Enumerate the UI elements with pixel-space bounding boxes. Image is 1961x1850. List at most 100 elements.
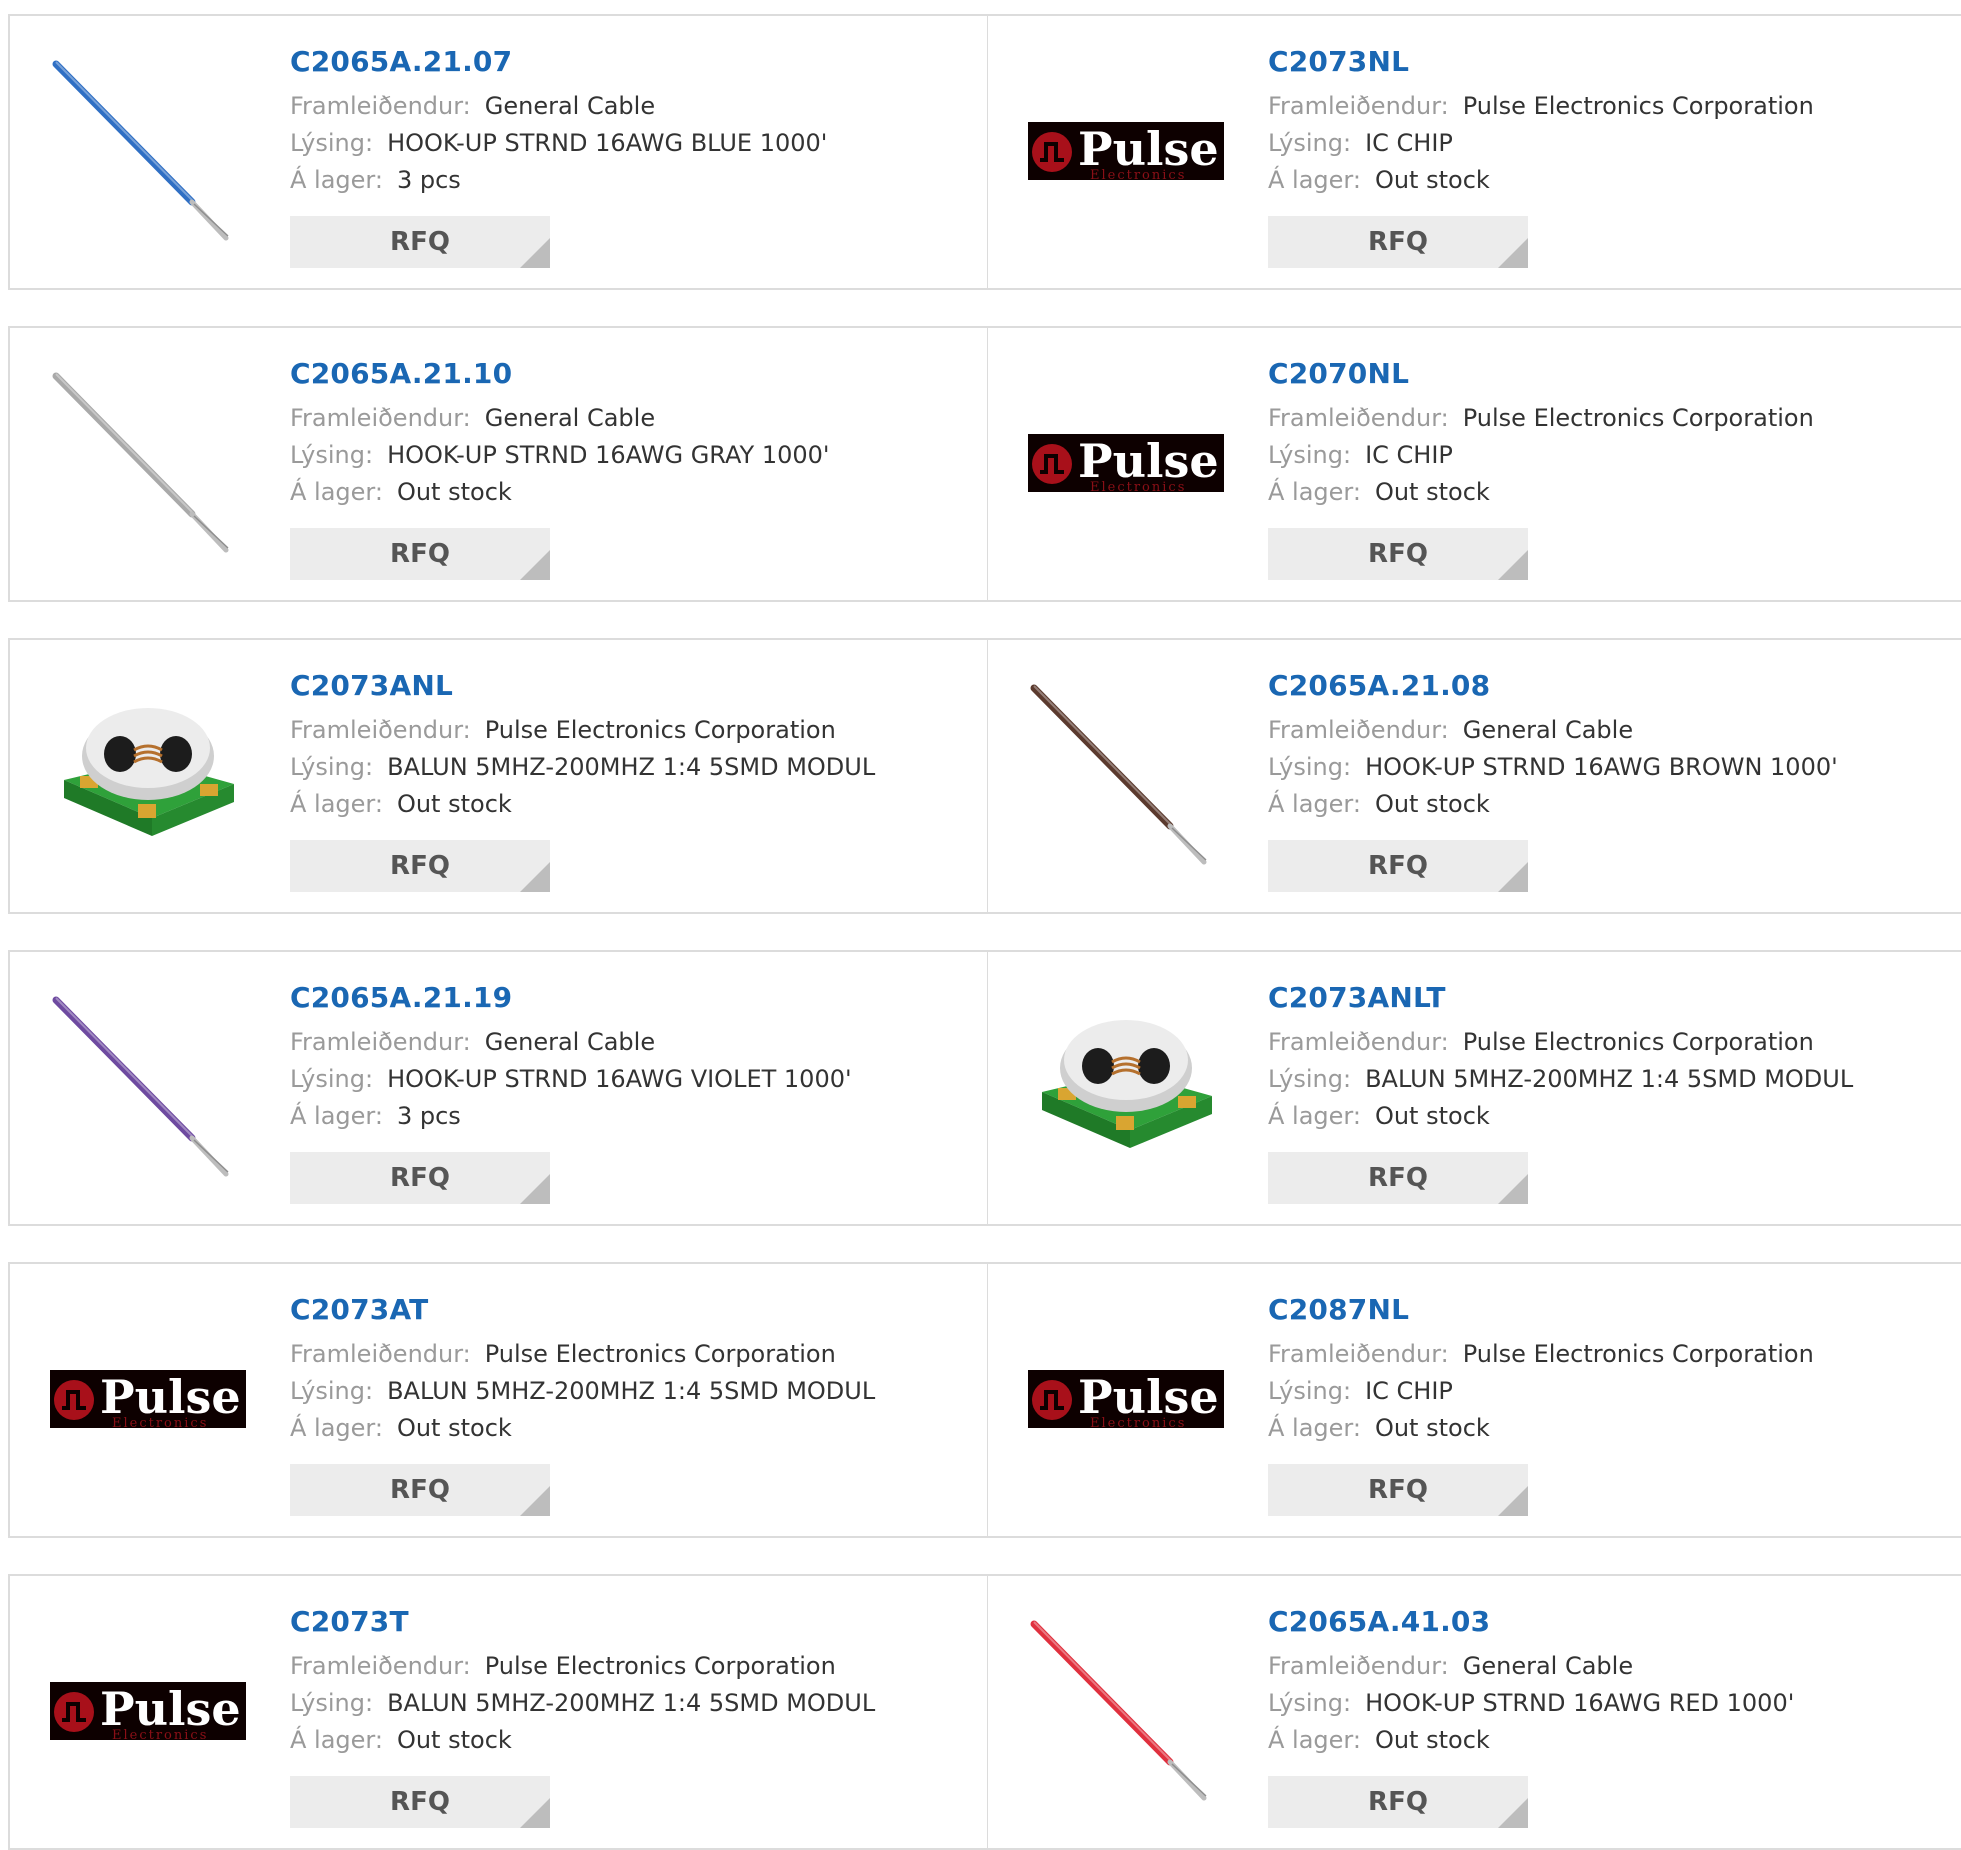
rfq-button[interactable]: RFQ xyxy=(290,1152,550,1204)
manufacturer-label: Framleiðendur: xyxy=(1268,1652,1449,1680)
wire-icon xyxy=(52,996,229,1177)
wire-icon xyxy=(52,60,229,241)
part-number-link[interactable]: C2073ANL xyxy=(290,668,453,704)
stock-label: Á lager: xyxy=(290,790,383,818)
stock-label: Á lager: xyxy=(1268,1102,1361,1130)
product-image[interactable] xyxy=(1028,988,1224,1184)
product-image[interactable] xyxy=(50,52,246,248)
stock-label: Á lager: xyxy=(1268,478,1361,506)
part-number-link[interactable]: C2087NL xyxy=(1268,1292,1409,1328)
part-number-link[interactable]: C2070NL xyxy=(1268,356,1409,392)
manufacturer-row: Framleiðendur: General Cable xyxy=(1268,712,1952,749)
description-row: Lýsing: HOOK-UP STRND 16AWG RED 1000' xyxy=(1268,1685,1952,1722)
manufacturer-row: Framleiðendur: Pulse Electronics Corporat… xyxy=(1268,1024,1952,1061)
corner-decoration xyxy=(520,1486,550,1516)
description-row: Lýsing: BALUN 5MHZ-200MHZ 1:4 5SMD MODUL xyxy=(290,1373,967,1410)
rfq-button[interactable]: RFQ xyxy=(1268,840,1528,892)
rfq-button[interactable]: RFQ xyxy=(1268,216,1528,268)
stock-value: Out stock xyxy=(396,478,512,506)
rfq-label: RFQ xyxy=(1368,1163,1428,1193)
corner-decoration xyxy=(1498,550,1528,580)
product-image[interactable]: Pulse Electronics xyxy=(1028,1300,1224,1496)
rfq-button[interactable]: RFQ xyxy=(1268,1776,1528,1828)
part-number-link[interactable]: C2065A.21.07 xyxy=(290,44,512,80)
part-number-link[interactable]: C2073ANLT xyxy=(1268,980,1446,1016)
product-card: C2065A.21.08 Framleiðendur: General Cable L… xyxy=(987,638,1961,914)
wire-icon xyxy=(1030,1620,1207,1801)
product-image[interactable]: Pulse Electronics xyxy=(50,1300,246,1496)
manufacturer-value: Pulse Electronics Corporation xyxy=(484,1340,836,1368)
product-image[interactable]: Pulse Electronics xyxy=(50,1612,246,1808)
stock-row: Á lager: Out stock xyxy=(1268,1722,1952,1759)
description-row: Lýsing: IC CHIP xyxy=(1268,437,1952,474)
rfq-label: RFQ xyxy=(1368,227,1428,257)
stock-value: Out stock xyxy=(1374,1414,1490,1442)
product-image[interactable] xyxy=(50,988,246,1184)
stock-label: Á lager: xyxy=(1268,1726,1361,1754)
manufacturer-label: Framleiðendur: xyxy=(290,1652,471,1680)
product-image[interactable]: Pulse Electronics xyxy=(1028,364,1224,560)
rfq-button[interactable]: RFQ xyxy=(1268,1464,1528,1516)
product-card: C2073ANL Framleiðendur: Pulse Electronics … xyxy=(8,638,988,914)
manufacturer-label: Framleiðendur: xyxy=(290,404,471,432)
rfq-label: RFQ xyxy=(390,539,450,569)
part-number-link[interactable]: C2065A.21.19 xyxy=(290,980,512,1016)
part-number-link[interactable]: C2073T xyxy=(290,1604,409,1640)
rfq-button[interactable]: RFQ xyxy=(290,840,550,892)
description-row: Lýsing: BALUN 5MHZ-200MHZ 1:4 5SMD MODUL xyxy=(290,1685,967,1722)
rfq-button[interactable]: RFQ xyxy=(290,216,550,268)
manufacturer-row: Framleiðendur: Pulse Electronics Corporat… xyxy=(1268,88,1952,125)
description-row: Lýsing: HOOK-UP STRND 16AWG BROWN 1000' xyxy=(1268,749,1952,786)
rfq-button[interactable]: RFQ xyxy=(1268,1152,1528,1204)
wire-icon xyxy=(1030,684,1207,865)
product-image[interactable] xyxy=(1028,676,1224,872)
corner-decoration xyxy=(520,1798,550,1828)
manufacturer-row: Framleiðendur: General Cable xyxy=(1268,1648,1952,1685)
product-image[interactable] xyxy=(50,364,246,560)
description-row: Lýsing: IC CHIP xyxy=(1268,125,1952,162)
product-card: Pulse Electronics C2073T Framleiðendur: Puls… xyxy=(8,1574,988,1850)
product-image[interactable] xyxy=(1028,1612,1224,1808)
product-image[interactable]: Pulse Electronics xyxy=(1028,52,1224,248)
stock-label: Á lager: xyxy=(290,478,383,506)
part-number-link[interactable]: C2065A.21.10 xyxy=(290,356,512,392)
description-row: Lýsing: HOOK-UP STRND 16AWG GRAY 1000' xyxy=(290,437,967,474)
part-number-link[interactable]: C2073NL xyxy=(1268,44,1409,80)
description-label: Lýsing: xyxy=(1268,1689,1352,1717)
manufacturer-value: General Cable xyxy=(1462,1652,1634,1680)
manufacturer-label: Framleiðendur: xyxy=(1268,716,1449,744)
corner-decoration xyxy=(520,550,550,580)
description-label: Lýsing: xyxy=(290,1689,374,1717)
description-row: Lýsing: IC CHIP xyxy=(1268,1373,1952,1410)
pulse-logo-icon: PulseElectronics xyxy=(50,1370,246,1431)
product-image[interactable] xyxy=(50,676,246,872)
stock-row: Á lager: Out stock xyxy=(290,1722,967,1759)
stock-value: Out stock xyxy=(1374,1102,1490,1130)
description-value: BALUN 5MHZ-200MHZ 1:4 5SMD MODUL xyxy=(387,753,876,781)
part-number-link[interactable]: C2073AT xyxy=(290,1292,428,1328)
manufacturer-value: Pulse Electronics Corporation xyxy=(484,716,836,744)
description-label: Lýsing: xyxy=(1268,1065,1352,1093)
pulse-logo-icon: PulseElectronics xyxy=(1028,434,1224,495)
corner-decoration xyxy=(1498,1174,1528,1204)
rfq-label: RFQ xyxy=(390,227,450,257)
description-value: HOOK-UP STRND 16AWG VIOLET 1000' xyxy=(387,1065,852,1093)
stock-row: Á lager: Out stock xyxy=(1268,474,1952,511)
description-value: HOOK-UP STRND 16AWG BLUE 1000' xyxy=(387,129,828,157)
stock-value: 3 pcs xyxy=(396,1102,461,1130)
corner-decoration xyxy=(520,1174,550,1204)
stock-row: Á lager: Out stock xyxy=(1268,162,1952,199)
part-number-link[interactable]: C2065A.41.03 xyxy=(1268,1604,1490,1640)
manufacturer-row: Framleiðendur: Pulse Electronics Corporat… xyxy=(290,1336,967,1373)
description-label: Lýsing: xyxy=(290,129,374,157)
rfq-label: RFQ xyxy=(390,1475,450,1505)
rfq-button[interactable]: RFQ xyxy=(290,528,550,580)
manufacturer-row: Framleiðendur: Pulse Electronics Corporat… xyxy=(1268,1336,1952,1373)
part-number-link[interactable]: C2065A.21.08 xyxy=(1268,668,1490,704)
rfq-button[interactable]: RFQ xyxy=(290,1464,550,1516)
rfq-button[interactable]: RFQ xyxy=(1268,528,1528,580)
manufacturer-row: Framleiðendur: General Cable xyxy=(290,1024,967,1061)
manufacturer-value: General Cable xyxy=(484,1028,656,1056)
stock-row: Á lager: Out stock xyxy=(1268,786,1952,823)
rfq-button[interactable]: RFQ xyxy=(290,1776,550,1828)
